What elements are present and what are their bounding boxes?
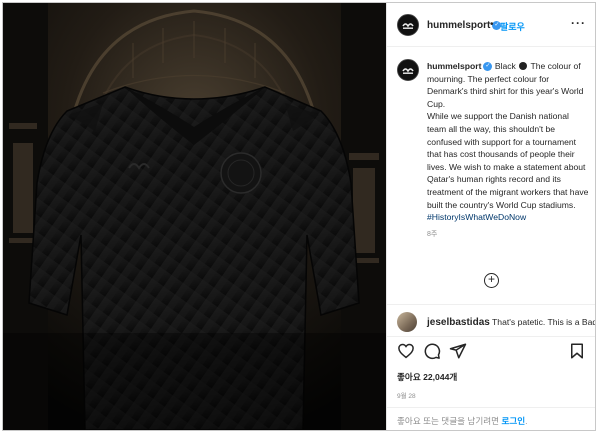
- login-prompt-bar: 좋아요 또는 댓글을 남기려면 로그인.: [387, 407, 595, 430]
- hummel-logo-icon: [398, 15, 418, 35]
- commenter-avatar[interactable]: [397, 312, 417, 332]
- load-more-comments-button[interactable]: +: [484, 273, 499, 288]
- comment-row: jeselbastidas That's patetic. This is a …: [387, 304, 596, 336]
- header-separator: •: [490, 19, 494, 30]
- plus-circle-icon: +: [487, 272, 495, 286]
- profile-avatar[interactable]: [397, 14, 419, 36]
- comment-username[interactable]: jeselbastidas: [427, 317, 490, 328]
- more-options-icon[interactable]: ···: [571, 16, 586, 30]
- post-date[interactable]: 9월 28: [397, 390, 416, 400]
- caption-username-text[interactable]: hummelsport: [427, 61, 481, 71]
- jersey-photo: [3, 3, 386, 430]
- comment-text: That's patetic. This is a Bad: [492, 317, 596, 327]
- send-icon[interactable]: [449, 342, 467, 360]
- verified-badge-icon: ✓: [483, 62, 493, 72]
- caption-paragraph-2: While we support the Danish national tea…: [427, 111, 589, 210]
- login-prompt-text: 좋아요 또는 댓글을 남기려면: [397, 416, 500, 426]
- caption-age: 8주: [427, 230, 438, 238]
- hummel-logo-icon: [398, 60, 418, 80]
- like-count[interactable]: 좋아요 22,044개: [397, 371, 457, 383]
- login-prompt-suffix: .: [525, 416, 528, 426]
- follow-button[interactable]: 팔로우: [500, 20, 525, 33]
- login-link[interactable]: 로그인: [501, 416, 525, 426]
- instagram-post-window: hummelsport ✓ • 팔로우 ··· hummelsport ✓ Blac…: [2, 2, 596, 431]
- post-caption: hummelsport ✓ Black The colour of mournin…: [427, 60, 589, 241]
- comment-text-line: jeselbastidas That's patetic. This is a …: [427, 317, 596, 328]
- post-image[interactable]: [3, 3, 386, 430]
- black-circle-emoji-icon: [519, 62, 528, 70]
- caption-avatar[interactable]: [397, 59, 419, 81]
- caption-hashtag-link[interactable]: #HistoryIsWhatWeDoNow: [427, 211, 589, 224]
- post-header: hummelsport ✓ • 팔로우 ···: [387, 3, 595, 47]
- caption-first-word: Black: [494, 61, 516, 71]
- bookmark-icon[interactable]: [568, 342, 586, 360]
- heart-icon[interactable]: [397, 342, 415, 360]
- post-side-panel: hummelsport ✓ • 팔로우 ··· hummelsport ✓ Blac…: [386, 3, 595, 430]
- caption-username[interactable]: hummelsport ✓: [427, 61, 493, 72]
- comment-icon[interactable]: [423, 342, 441, 360]
- caption-section: hummelsport ✓ Black The colour of mournin…: [387, 47, 595, 302]
- header-username-text[interactable]: hummelsport: [427, 20, 490, 31]
- login-prompt: 좋아요 또는 댓글을 남기려면 로그인.: [397, 415, 528, 427]
- post-actions: 좋아요 22,044개 9월 28 좋아요 또는 댓글을 남기려면 로그인.: [387, 336, 595, 430]
